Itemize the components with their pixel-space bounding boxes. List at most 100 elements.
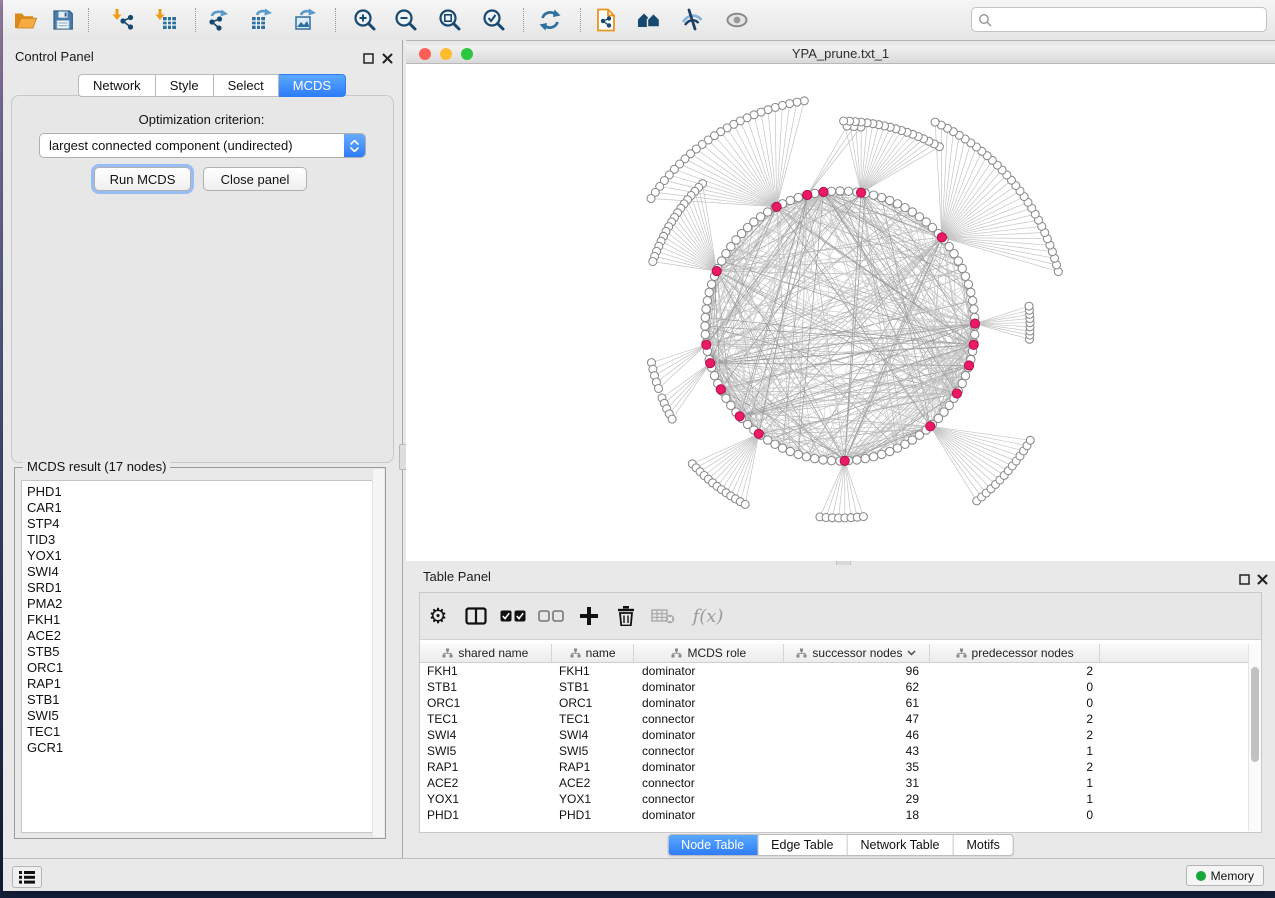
mcds-result-item[interactable]: SWI4 (27, 564, 378, 580)
sort-descending-icon (907, 650, 916, 656)
mcds-result-group: MCDS result (17 nodes) PHD1CAR1STP4TID3Y… (14, 467, 386, 839)
zoom-selected-icon[interactable] (481, 7, 507, 33)
mcds-result-item[interactable]: ACE2 (27, 628, 378, 644)
table-scrollbar[interactable] (1248, 644, 1261, 831)
toolbar-separator (335, 8, 336, 32)
mcds-result-item[interactable]: TEC1 (27, 724, 378, 740)
cell-successor-nodes: 43 (785, 744, 931, 758)
cell-shared-name: ACE2 (420, 776, 552, 790)
cell-mcds-role: dominator (635, 760, 785, 774)
hide-annotations-icon[interactable] (679, 7, 705, 33)
import-network-icon[interactable] (110, 7, 136, 33)
zoom-fit-icon[interactable] (437, 7, 463, 33)
delete-row-icon[interactable] (612, 602, 640, 630)
float-panel-icon[interactable] (1239, 572, 1251, 584)
hierarchy-icon (956, 648, 967, 658)
mcds-result-item[interactable]: TID3 (27, 532, 378, 548)
network-canvas[interactable] (406, 64, 1275, 561)
mcds-result-item[interactable]: STB5 (27, 644, 378, 660)
hierarchy-icon (442, 648, 453, 658)
table-row[interactable]: STB1STB1dominator620 (420, 679, 1249, 695)
tab-mcds[interactable]: MCDS (279, 74, 346, 97)
column-header-shared-name[interactable]: shared name (420, 644, 552, 662)
table-row[interactable]: PHD1PHD1dominator180 (420, 807, 1249, 823)
show-hide-panels-icon[interactable] (636, 7, 662, 33)
tab-select[interactable]: Select (214, 74, 279, 97)
close-panel-icon[interactable] (1257, 572, 1269, 584)
table-row[interactable]: FKH1FKH1dominator962 (420, 663, 1249, 679)
network-window-titlebar[interactable]: YPA_prune.txt_1 (406, 45, 1275, 64)
mcds-result-item[interactable]: ORC1 (27, 660, 378, 676)
mcds-result-item[interactable]: GCR1 (27, 740, 378, 756)
tab-node-table[interactable]: Node Table (668, 835, 757, 855)
cell-name: SWI5 (552, 744, 635, 758)
mcds-result-item[interactable]: YOX1 (27, 548, 378, 564)
table-row[interactable]: ORC1ORC1dominator610 (420, 695, 1249, 711)
cell-shared-name: STB1 (420, 680, 552, 694)
add-row-icon[interactable] (575, 602, 603, 630)
cell-successor-nodes: 96 (785, 664, 931, 678)
deselect-all-checkboxes-icon[interactable] (537, 602, 565, 630)
mcds-result-item[interactable]: CAR1 (27, 500, 378, 516)
table-row[interactable]: RAP1RAP1dominator352 (420, 759, 1249, 775)
maximize-window-icon[interactable] (461, 48, 473, 60)
mcds-result-item[interactable]: RAP1 (27, 676, 378, 692)
mcds-result-item[interactable]: FKH1 (27, 612, 378, 628)
mcds-result-item[interactable]: PHD1 (27, 484, 378, 500)
save-session-icon[interactable] (50, 7, 76, 33)
cell-shared-name: FKH1 (420, 664, 552, 678)
table-tabs: Node TableEdge TableNetwork TableMotifs (667, 834, 1014, 856)
table-scrollbar-thumb[interactable] (1251, 667, 1259, 762)
cell-mcds-role: dominator (635, 728, 785, 742)
import-table-icon[interactable] (153, 7, 179, 33)
mcds-result-item[interactable]: PMA2 (27, 596, 378, 612)
column-settings-icon[interactable]: ⚙ (424, 602, 452, 630)
close-panel-icon[interactable] (382, 51, 394, 63)
mcds-result-item[interactable]: SRD1 (27, 580, 378, 596)
select-all-checkboxes-icon[interactable] (499, 602, 527, 630)
export-table-icon[interactable] (249, 7, 275, 33)
zoom-in-icon[interactable] (352, 7, 378, 33)
toolbar-separator (523, 8, 524, 32)
memory-button[interactable]: Memory (1186, 865, 1264, 886)
open-file-icon[interactable] (12, 7, 38, 33)
optimization-criterion-dropdown[interactable]: largest connected component (undirected) (39, 133, 366, 158)
export-image-icon[interactable] (293, 7, 319, 33)
float-panel-icon[interactable] (363, 51, 375, 63)
column-header-name[interactable]: name (552, 644, 635, 662)
cell-successor-nodes: 62 (785, 680, 931, 694)
search-input[interactable] (996, 12, 1260, 28)
search-field[interactable] (971, 7, 1267, 32)
toggle-panel-icon[interactable] (462, 602, 490, 630)
table-row[interactable]: YOX1YOX1connector291 (420, 791, 1249, 807)
table-panel-title: Table Panel (423, 569, 491, 584)
tab-motifs[interactable]: Motifs (952, 835, 1012, 855)
zoom-out-icon[interactable] (393, 7, 419, 33)
tab-style[interactable]: Style (156, 74, 214, 97)
tab-network-table[interactable]: Network Table (847, 835, 953, 855)
table-row[interactable]: SWI5SWI5connector431 (420, 743, 1249, 759)
close-panel-button[interactable]: Close panel (203, 167, 307, 191)
column-header-successor-nodes[interactable]: successor nodes (784, 644, 930, 662)
show-annotations-icon[interactable] (724, 7, 750, 33)
column-header-predecessor-nodes[interactable]: predecessor nodes (930, 644, 1101, 662)
hierarchy-icon (796, 648, 807, 658)
minimize-window-icon[interactable] (440, 48, 452, 60)
column-header-MCDS-role[interactable]: MCDS role (634, 644, 784, 662)
table-row[interactable]: SWI4SWI4dominator462 (420, 727, 1249, 743)
export-network-icon[interactable] (206, 7, 232, 33)
tab-network[interactable]: Network (78, 74, 156, 97)
mcds-result-item[interactable]: STB1 (27, 692, 378, 708)
clone-network-icon[interactable] (593, 7, 619, 33)
tab-edge-table[interactable]: Edge Table (757, 835, 846, 855)
table-row[interactable]: TEC1TEC1connector472 (420, 711, 1249, 727)
mcds-result-item[interactable]: SWI5 (27, 708, 378, 724)
task-history-button[interactable] (12, 866, 42, 888)
apply-layout-icon[interactable] (537, 7, 563, 33)
mcds-result-item[interactable]: STP4 (27, 516, 378, 532)
mcds-result-scrollbar[interactable] (372, 469, 384, 837)
table-row[interactable]: ACE2ACE2connector311 (420, 775, 1249, 791)
run-mcds-button[interactable]: Run MCDS (94, 167, 191, 191)
close-window-icon[interactable] (419, 48, 431, 60)
cell-predecessor-nodes: 2 (931, 728, 1102, 742)
